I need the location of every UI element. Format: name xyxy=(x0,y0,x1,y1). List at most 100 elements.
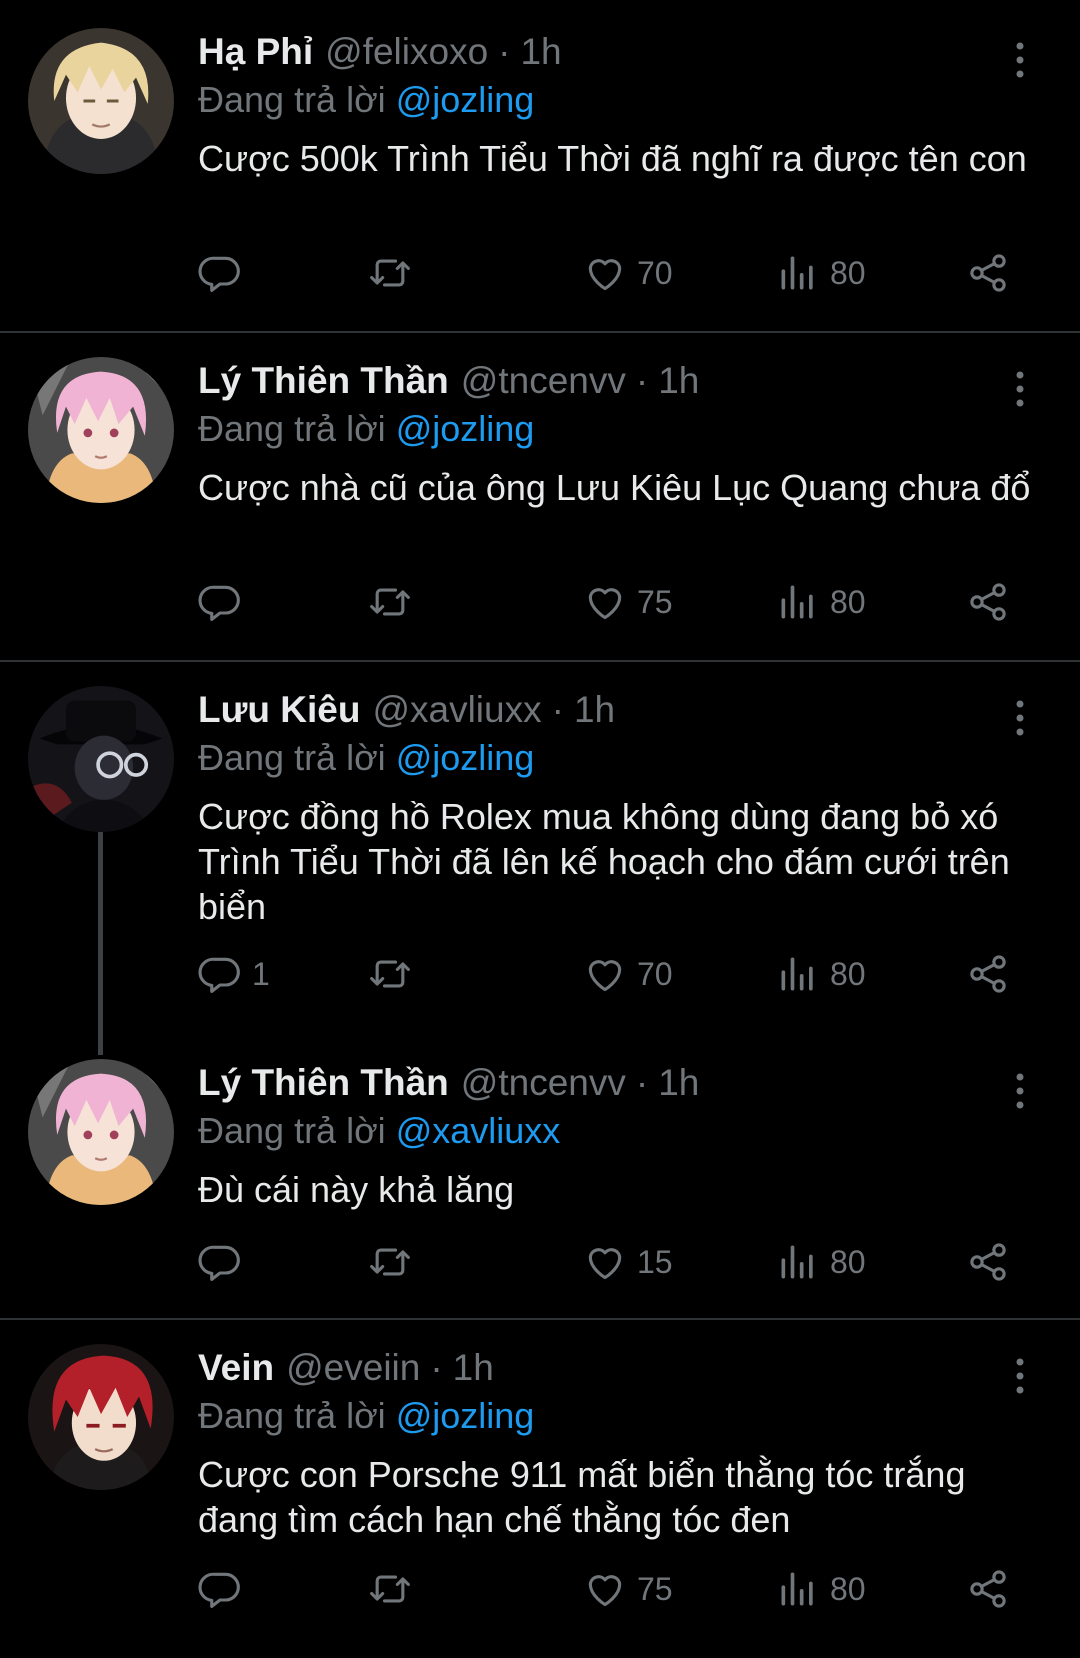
reply-icon xyxy=(198,1240,242,1284)
display-name[interactable]: Lý Thiên Thần xyxy=(198,357,449,405)
divider xyxy=(0,1318,1080,1320)
tweet-header: Lý Thiên Thần @tncenvv · 1h xyxy=(198,357,699,405)
replying-to-label: Đang trả lời xyxy=(198,737,386,778)
timestamp[interactable]: 1h xyxy=(520,28,561,76)
replying-to: Đang trả lời @jozling xyxy=(198,1392,534,1440)
views-button[interactable]: 80 xyxy=(776,248,866,298)
more-options-icon[interactable] xyxy=(1008,698,1032,738)
action-bar: 15 80 xyxy=(198,1237,1048,1287)
avatar[interactable] xyxy=(28,1059,174,1205)
analytics-icon xyxy=(776,251,820,295)
username[interactable]: @tncenvv xyxy=(461,357,626,405)
timestamp[interactable]: 1h xyxy=(658,357,699,405)
action-bar: 70 80 xyxy=(198,248,1048,298)
mention-link[interactable]: @jozling xyxy=(396,79,535,120)
views-button[interactable]: 80 xyxy=(776,577,866,627)
share-button[interactable] xyxy=(966,248,1010,298)
like-button[interactable]: 15 xyxy=(583,1237,673,1287)
mention-link[interactable]: @jozling xyxy=(396,408,535,449)
view-count: 80 xyxy=(830,583,866,620)
tweet-header: Lý Thiên Thần @tncenvv · 1h xyxy=(198,1059,699,1107)
replying-to-label: Đang trả lời xyxy=(198,1395,386,1436)
heart-icon xyxy=(583,1240,627,1284)
separator-dot: · xyxy=(498,31,511,72)
tweet-card[interactable]: Hạ Phỉ @felixoxo · 1h Đang trả lời @jozli… xyxy=(0,28,1080,328)
more-options-icon[interactable] xyxy=(1008,1356,1032,1396)
tweet-text: Cược con Porsche 911 mất biển thằng tóc … xyxy=(198,1454,966,1540)
share-button[interactable] xyxy=(966,1237,1010,1287)
tweet-card[interactable]: Lý Thiên Thần @tncenvv · 1h Đang trả lời… xyxy=(0,357,1080,657)
replying-to: Đang trả lời @jozling xyxy=(198,734,534,782)
username[interactable]: @eveiin xyxy=(286,1344,420,1392)
like-button[interactable]: 75 xyxy=(583,1564,673,1614)
display-name[interactable]: Vein xyxy=(198,1344,274,1392)
avatar[interactable] xyxy=(28,28,174,174)
tweet-text: Đù cái này khả lăng xyxy=(198,1169,515,1210)
mention-link[interactable]: @xavliuxx xyxy=(396,1110,561,1151)
like-button[interactable]: 70 xyxy=(583,248,673,298)
analytics-icon xyxy=(776,952,820,996)
view-count: 80 xyxy=(830,254,866,291)
heart-icon xyxy=(583,580,627,624)
retweet-button[interactable] xyxy=(368,577,412,627)
red-hair-anime-avatar-icon xyxy=(28,1344,174,1490)
share-icon xyxy=(966,952,1010,996)
replying-to: Đang trả lời @xavliuxx xyxy=(198,1107,560,1155)
tweet-card[interactable]: Lý Thiên Thần @tncenvv · 1h Đang trả lời… xyxy=(0,1059,1080,1309)
more-options-icon[interactable] xyxy=(1008,1071,1032,1111)
tweet-header: Hạ Phỉ @felixoxo · 1h xyxy=(198,28,562,76)
username[interactable]: @tncenvv xyxy=(461,1059,626,1107)
share-icon xyxy=(966,1567,1010,1611)
mention-link[interactable]: @jozling xyxy=(396,1395,535,1436)
like-count: 75 xyxy=(637,1570,673,1607)
avatar[interactable] xyxy=(28,1344,174,1490)
tweet-card[interactable]: Lưu Kiêu @xavliuxx · 1h Đang trả lời @joz… xyxy=(0,686,1080,1056)
like-button[interactable]: 75 xyxy=(583,577,673,627)
like-count: 75 xyxy=(637,583,673,620)
heart-icon xyxy=(583,952,627,996)
reply-button[interactable] xyxy=(198,248,252,298)
views-button[interactable]: 80 xyxy=(776,949,866,999)
reply-button[interactable] xyxy=(198,577,252,627)
share-button[interactable] xyxy=(966,949,1010,999)
analytics-icon xyxy=(776,580,820,624)
retweet-icon xyxy=(368,580,412,624)
timestamp[interactable]: 1h xyxy=(574,686,615,734)
timestamp[interactable]: 1h xyxy=(453,1344,494,1392)
views-button[interactable]: 80 xyxy=(776,1564,866,1614)
reply-button[interactable] xyxy=(198,1564,252,1614)
retweet-button[interactable] xyxy=(368,949,412,999)
avatar[interactable] xyxy=(28,357,174,503)
heart-icon xyxy=(583,1567,627,1611)
share-icon xyxy=(966,251,1010,295)
retweet-icon xyxy=(368,1567,412,1611)
username[interactable]: @felixoxo xyxy=(325,28,488,76)
replying-to-label: Đang trả lời xyxy=(198,408,386,449)
share-button[interactable] xyxy=(966,1564,1010,1614)
analytics-icon xyxy=(776,1240,820,1284)
reply-button[interactable]: 1 xyxy=(198,949,270,999)
username[interactable]: @xavliuxx xyxy=(372,686,541,734)
reply-button[interactable] xyxy=(198,1237,252,1287)
replying-to-label: Đang trả lời xyxy=(198,1110,386,1151)
timestamp[interactable]: 1h xyxy=(658,1059,699,1107)
reply-icon xyxy=(198,952,242,996)
mention-link[interactable]: @jozling xyxy=(396,737,535,778)
tweet-card[interactable]: Vein @eveiin · 1h Đang trả lời @jozling C… xyxy=(0,1344,1080,1644)
display-name[interactable]: Hạ Phỉ xyxy=(198,28,313,76)
display-name[interactable]: Lưu Kiêu xyxy=(198,686,360,734)
retweet-button[interactable] xyxy=(368,1564,412,1614)
retweet-button[interactable] xyxy=(368,1237,412,1287)
retweet-button[interactable] xyxy=(368,248,412,298)
views-button[interactable]: 80 xyxy=(776,1237,866,1287)
display-name[interactable]: Lý Thiên Thần xyxy=(198,1059,449,1107)
share-button[interactable] xyxy=(966,577,1010,627)
more-options-icon[interactable] xyxy=(1008,40,1032,80)
retweet-icon xyxy=(368,1240,412,1284)
avatar[interactable] xyxy=(28,686,174,832)
replying-to: Đang trả lời @jozling xyxy=(198,405,534,453)
tweet-text: Cược nhà cũ của ông Lưu Kiêu Lục Quang c… xyxy=(198,467,1031,508)
more-options-icon[interactable] xyxy=(1008,369,1032,409)
like-button[interactable]: 70 xyxy=(583,949,673,999)
view-count: 80 xyxy=(830,1570,866,1607)
